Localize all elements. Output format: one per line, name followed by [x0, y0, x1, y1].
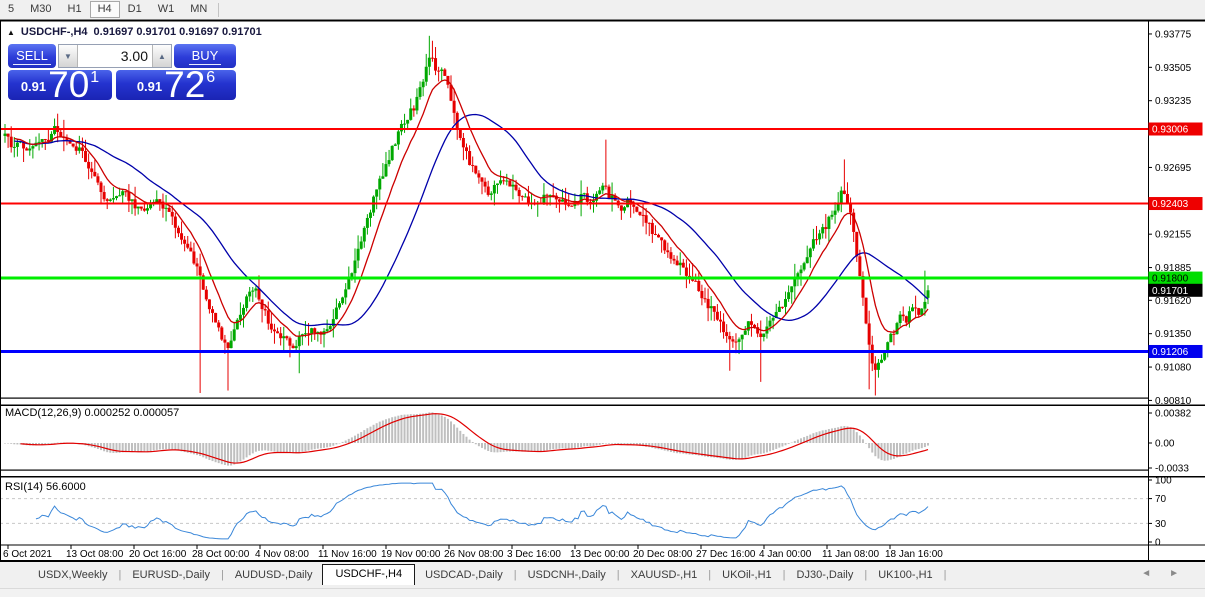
tab-scroll-right-icon[interactable]: ►	[1169, 568, 1197, 579]
timeframe-button-h1[interactable]: H1	[60, 1, 90, 18]
price-badge-0.91800: 0.91800	[1149, 272, 1203, 285]
price-axis-label: 0.91080	[1155, 363, 1192, 374]
tab-ukoil-h1[interactable]: UKOil-,H1	[712, 568, 782, 582]
date-axis-label: 6 Oct 2021	[3, 549, 52, 560]
one-click-trading-panel: SELL ▼ ▲ BUY 0.91 70 1 0.91 72 6	[8, 44, 236, 99]
toolbar-separator	[218, 3, 219, 17]
rsi-axis-label: 100	[1155, 476, 1172, 487]
svg-text:0.93006: 0.93006	[1152, 125, 1189, 136]
price-axis-label: 0.93505	[1155, 63, 1192, 74]
chevron-down-icon: ▼	[64, 52, 72, 61]
price-axis-label: 0.92695	[1155, 163, 1192, 174]
buy-price-sup: 6	[206, 69, 215, 87]
tab-eurusd-daily[interactable]: EURUSD-,Daily	[122, 568, 220, 582]
price-badge-0.91701: 0.91701	[1149, 284, 1203, 297]
ohlc-values: 0.91697 0.91701 0.91697 0.91701	[94, 26, 262, 38]
sell-price-prefix: 0.91	[21, 79, 46, 94]
date-axis-label: 27 Dec 16:00	[696, 549, 756, 560]
svg-text:0.92403: 0.92403	[1152, 199, 1189, 210]
rsi-axis-label: 30	[1155, 519, 1167, 530]
volume-input[interactable]	[78, 45, 152, 67]
tab-usdchf-h4[interactable]: USDCHF-,H4	[322, 564, 415, 585]
timeframe-button-w1[interactable]: W1	[150, 1, 183, 18]
timeframe-button-h4[interactable]: H4	[90, 1, 120, 18]
tab-scroll-left-icon[interactable]: ◄	[1141, 568, 1169, 579]
buy-price-big: 72	[164, 71, 205, 99]
symbol-tab-bar: USDX,Weekly|EURUSD-,Daily|AUDUSD-,DailyU…	[0, 562, 1205, 588]
timeframe-button-m30[interactable]: M30	[22, 1, 59, 18]
macd-histogram	[4, 412, 929, 465]
price-axis-label: 0.91620	[1155, 296, 1192, 307]
timeframe-button-mn[interactable]: MN	[182, 1, 215, 18]
symbol-title: USDCHF-,H4	[21, 26, 88, 38]
tab-audusd-daily[interactable]: AUDUSD-,Daily	[225, 568, 323, 582]
panel-separator	[0, 398, 1148, 399]
date-axis-label: 18 Jan 16:00	[885, 549, 943, 560]
date-axis-label: 11 Jan 08:00	[822, 549, 880, 560]
panel-separator	[0, 545, 1205, 546]
panel-separator	[0, 470, 1148, 471]
price-axis-label: 0.92155	[1155, 230, 1192, 241]
sell-price-big: 70	[48, 71, 89, 99]
price-badge-0.92403: 0.92403	[1149, 197, 1203, 210]
price-badge-0.93006: 0.93006	[1149, 123, 1203, 136]
date-axis-label: 26 Nov 08:00	[444, 549, 504, 560]
date-axis-label: 13 Dec 00:00	[570, 549, 630, 560]
chevron-up-icon: ▲	[158, 52, 166, 61]
tab-dj30-daily[interactable]: DJ30-,Daily	[787, 568, 864, 582]
panel-separator	[0, 405, 1205, 407]
price-badge-0.91206: 0.91206	[1149, 345, 1203, 358]
timeframe-button-5[interactable]: 5	[0, 1, 22, 18]
macd-axis-label: -0.0033	[1155, 464, 1189, 475]
rsi-line	[36, 483, 928, 539]
macd-axis-label: 0.00	[1155, 439, 1175, 450]
date-axis-label: 4 Jan 00:00	[759, 549, 812, 560]
chart-header: ▲ USDCHF-,H4 0.91697 0.91701 0.91697 0.9…	[7, 26, 262, 38]
date-axis-label: 3 Dec 16:00	[507, 549, 561, 560]
panel-separator	[0, 476, 1205, 478]
sell-price-sup: 1	[90, 69, 99, 87]
svg-text:0.91800: 0.91800	[1152, 274, 1189, 285]
date-axis-label: 20 Dec 08:00	[633, 549, 693, 560]
date-axis-label: 13 Oct 08:00	[66, 549, 124, 560]
panel-separator	[0, 20, 1205, 22]
macd-axis-label: 0.00382	[1155, 409, 1192, 420]
buy-button-label: BUY	[189, 48, 222, 65]
price-axis-label: 0.90810	[1155, 396, 1192, 407]
tab-usdcnh-daily[interactable]: USDCNH-,Daily	[518, 568, 616, 582]
macd-signal-line	[20, 414, 928, 463]
tab-scroll-arrows: ◄►	[1141, 568, 1197, 579]
price-axis-label: 0.93235	[1155, 96, 1192, 107]
tab-uk100-h1[interactable]: UK100-,H1	[868, 568, 942, 582]
price-axis-label: 0.91350	[1155, 329, 1192, 340]
tab-xauusd-h1[interactable]: XAUUSD-,H1	[621, 568, 708, 582]
rsi-axis-label: 0	[1155, 538, 1161, 549]
date-axis-label: 28 Oct 00:00	[192, 549, 250, 560]
buy-price-box[interactable]: 0.91 72 6	[116, 70, 236, 100]
buy-price-prefix: 0.91	[137, 79, 162, 94]
svg-text:0.91206: 0.91206	[1152, 347, 1189, 358]
rsi-axis-label: 70	[1155, 494, 1167, 505]
price-axis-label: 0.93775	[1155, 29, 1192, 40]
tab-separator: |	[943, 569, 948, 581]
timeframe-button-d1[interactable]: D1	[120, 1, 150, 18]
date-axis-label: 20 Oct 16:00	[129, 549, 187, 560]
date-axis-label: 4 Nov 08:00	[255, 549, 309, 560]
tab-usdx-weekly[interactable]: USDX,Weekly	[28, 568, 117, 582]
rsi-label: RSI(14) 56.6000	[5, 481, 86, 493]
ma-slow-line	[14, 115, 928, 326]
date-axis-label: 11 Nov 16:00	[318, 549, 377, 560]
svg-text:0.91701: 0.91701	[1152, 286, 1189, 297]
sell-price-box[interactable]: 0.91 70 1	[8, 70, 112, 100]
tab-usdcad-daily[interactable]: USDCAD-,Daily	[415, 568, 513, 582]
sell-button-label: SELL	[13, 48, 51, 65]
macd-label: MACD(12,26,9) 0.000252 0.000057	[5, 407, 179, 419]
collapse-icon[interactable]: ▲	[7, 28, 15, 37]
timeframe-toolbar: 5M30H1H4D1W1MN	[0, 0, 1205, 19]
date-axis-label: 19 Nov 00:00	[381, 549, 441, 560]
